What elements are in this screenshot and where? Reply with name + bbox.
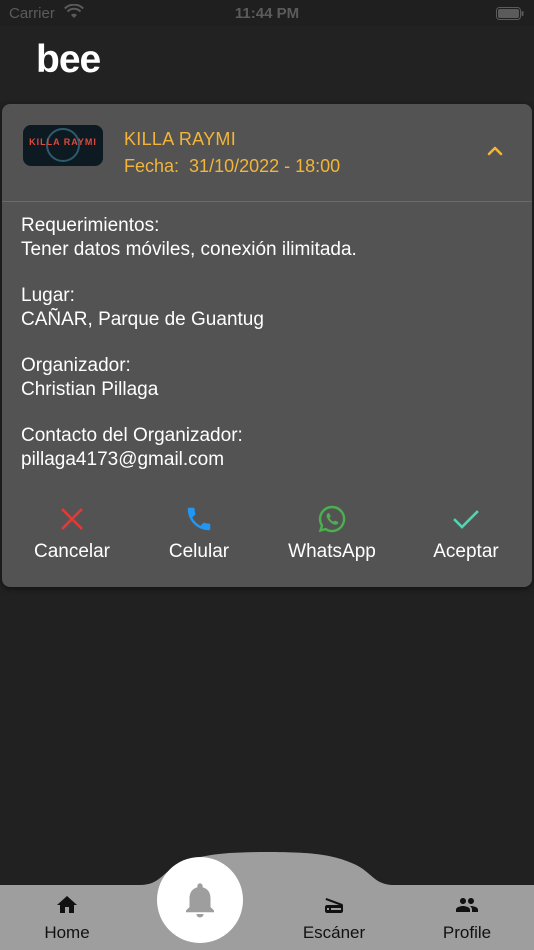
requirements-value: Tener datos móviles, conexión ilimitada. <box>21 239 357 260</box>
bell-icon <box>186 883 214 918</box>
phone-label: Celular <box>168 541 230 562</box>
location-value: CAÑAR, Parque de Guantug <box>21 309 264 330</box>
notifications-button[interactable] <box>157 857 243 943</box>
location-label: Lugar: <box>21 285 75 306</box>
organizer-label: Organizador: <box>21 355 131 376</box>
nav-profile-label: Profile <box>442 923 492 942</box>
whatsapp-button[interactable]: WhatsApp <box>280 504 384 563</box>
event-details: Requerimientos: Tener datos móviles, con… <box>21 214 521 494</box>
nav-scanner[interactable]: Escáner <box>296 893 372 943</box>
accept-button[interactable]: Aceptar <box>426 504 506 563</box>
nav-scanner-label: Escáner <box>302 923 366 942</box>
people-icon <box>456 898 478 912</box>
whatsapp-label: WhatsApp <box>288 541 376 562</box>
nav-home[interactable]: Home <box>36 893 98 943</box>
cancel-label: Cancelar <box>33 541 111 562</box>
event-card-header[interactable]: KILLA RAYMI KILLA RAYMI Fecha: 31/10/202… <box>2 104 532 201</box>
chevron-up-icon[interactable] <box>484 140 506 162</box>
event-card: KILLA RAYMI KILLA RAYMI Fecha: 31/10/202… <box>2 104 532 587</box>
nav-profile[interactable]: Profile <box>434 893 500 943</box>
divider <box>2 201 532 202</box>
action-row: Cancelar Celular WhatsApp Aceptar <box>2 504 532 574</box>
event-date: Fecha: 31/10/2022 - 18:00 <box>124 156 340 177</box>
location-block: Lugar: CAÑAR, Parque de Guantug <box>21 284 521 332</box>
event-title: KILLA RAYMI <box>124 129 237 149</box>
cancel-button[interactable]: Cancelar <box>30 504 114 563</box>
requirements-block: Requerimientos: Tener datos móviles, con… <box>21 214 521 262</box>
event-date-value: 31/10/2022 - 18:00 <box>189 156 341 176</box>
scanner-icon <box>325 898 343 913</box>
event-thumbnail: KILLA RAYMI <box>23 125 103 166</box>
accept-label: Aceptar <box>433 541 499 562</box>
nav-home-label: Home <box>44 923 90 942</box>
organizer-value: Christian Pillaga <box>21 379 159 400</box>
bee-logo: bee <box>36 38 101 81</box>
battery-icon <box>496 7 524 24</box>
whatsapp-icon <box>318 505 346 533</box>
close-icon <box>61 508 83 530</box>
home-icon <box>57 896 77 913</box>
contact-label: Contacto del Organizador: <box>21 425 243 446</box>
event-date-label: Fecha: <box>124 156 180 176</box>
check-icon <box>453 510 479 529</box>
status-time: 11:44 PM <box>234 5 300 22</box>
organizer-block: Organizador: Christian Pillaga <box>21 354 521 402</box>
app-bar: bee <box>0 26 534 102</box>
contact-value: pillaga4173@gmail.com <box>21 449 225 470</box>
contact-block: Contacto del Organizador: pillaga4173@gm… <box>21 424 521 472</box>
status-bar: Carrier 11:44 PM <box>0 0 534 26</box>
phone-icon <box>187 507 211 531</box>
phone-button[interactable]: Celular <box>161 504 237 563</box>
requirements-label: Requerimientos: <box>21 215 160 236</box>
